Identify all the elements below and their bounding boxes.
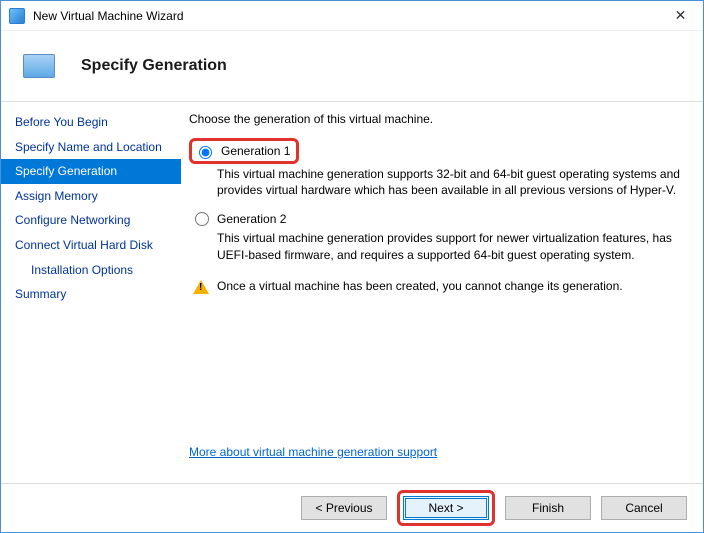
warning-icon xyxy=(193,280,209,294)
close-button[interactable]: ✕ xyxy=(658,1,703,31)
previous-button[interactable]: < Previous xyxy=(301,496,387,520)
page-title: Specify Generation xyxy=(81,57,227,75)
highlight-gen1: Generation 1 xyxy=(189,138,299,164)
step-assign-memory[interactable]: Assign Memory xyxy=(1,184,181,209)
generation-1-block: Generation 1 This virtual machine genera… xyxy=(189,138,685,198)
wizard-header-icon xyxy=(23,54,55,78)
warning-text: Once a virtual machine has been created,… xyxy=(217,279,623,293)
step-specify-name-location[interactable]: Specify Name and Location xyxy=(1,135,181,160)
generation-1-desc: This virtual machine generation supports… xyxy=(217,166,685,198)
warning-row: Once a virtual machine has been created,… xyxy=(193,279,685,294)
step-connect-vhd[interactable]: Connect Virtual Hard Disk xyxy=(1,233,181,258)
wizard-steps-sidebar: Before You Begin Specify Name and Locati… xyxy=(1,102,181,483)
radio-generation-1-label: Generation 1 xyxy=(221,144,290,158)
radio-generation-1[interactable] xyxy=(199,146,212,159)
finish-button[interactable]: Finish xyxy=(505,496,591,520)
wizard-header: Specify Generation xyxy=(1,31,703,101)
wizard-content: Choose the generation of this virtual ma… xyxy=(181,102,703,483)
cancel-button[interactable]: Cancel xyxy=(601,496,687,520)
prompt-text: Choose the generation of this virtual ma… xyxy=(189,112,685,126)
generation-2-desc: This virtual machine generation provides… xyxy=(217,230,685,262)
next-button[interactable]: Next > xyxy=(403,496,489,520)
app-icon xyxy=(9,8,25,24)
window-title: New Virtual Machine Wizard xyxy=(33,9,658,23)
wizard-body: Before You Begin Specify Name and Locati… xyxy=(1,102,703,484)
wizard-window: New Virtual Machine Wizard ✕ Specify Gen… xyxy=(0,0,704,533)
step-specify-generation[interactable]: Specify Generation xyxy=(1,159,181,184)
wizard-footer: < Previous Next > Finish Cancel xyxy=(1,484,703,532)
step-before-you-begin[interactable]: Before You Begin xyxy=(1,110,181,135)
step-summary[interactable]: Summary xyxy=(1,282,181,307)
titlebar: New Virtual Machine Wizard ✕ xyxy=(1,1,703,31)
generation-2-block: Generation 2 This virtual machine genera… xyxy=(189,210,685,262)
help-link[interactable]: More about virtual machine generation su… xyxy=(189,445,437,459)
radio-generation-2[interactable] xyxy=(195,212,209,226)
step-configure-networking[interactable]: Configure Networking xyxy=(1,208,181,233)
highlight-next: Next > xyxy=(397,490,495,526)
step-installation-options[interactable]: Installation Options xyxy=(1,258,181,283)
radio-generation-2-label: Generation 2 xyxy=(217,212,286,226)
help-link-row: More about virtual machine generation su… xyxy=(189,437,685,473)
